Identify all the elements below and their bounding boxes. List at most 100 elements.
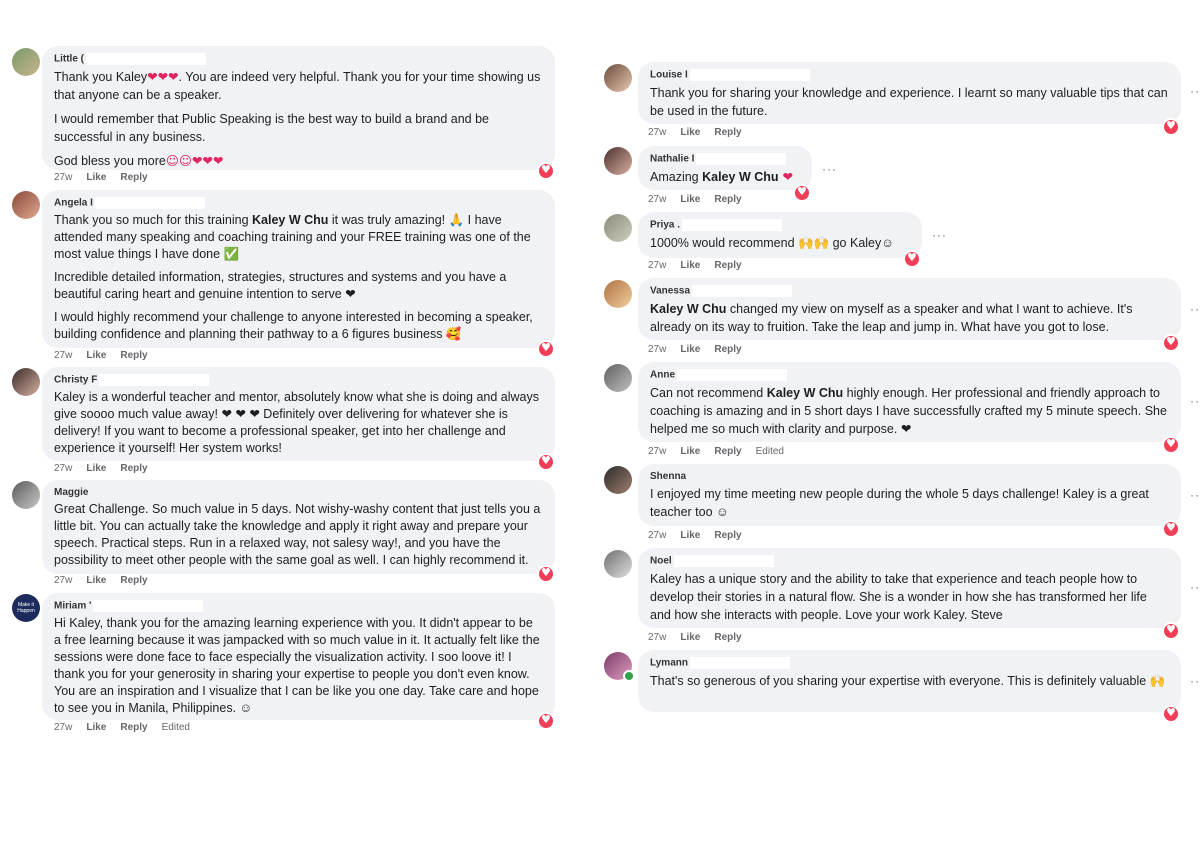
comment-text: Thank you so much for this training Kale… bbox=[54, 213, 533, 341]
like-button[interactable]: Like bbox=[680, 260, 700, 271]
avatar[interactable] bbox=[12, 368, 40, 396]
timestamp[interactable]: 27w bbox=[54, 575, 72, 586]
comment-author[interactable]: Noel bbox=[650, 555, 1169, 567]
reply-button[interactable]: Reply bbox=[714, 260, 741, 271]
reply-button[interactable]: Reply bbox=[714, 632, 741, 643]
reply-button[interactable]: Reply bbox=[714, 127, 741, 138]
like-button[interactable]: Like bbox=[680, 530, 700, 541]
reply-button[interactable]: Reply bbox=[714, 344, 741, 355]
more-options-icon[interactable]: ··· bbox=[1190, 488, 1200, 502]
love-reaction-icon[interactable] bbox=[1162, 622, 1180, 640]
online-status-icon bbox=[623, 670, 635, 682]
comment-bubble: Miriam ' Hi Kaley, thank you for the ama… bbox=[42, 593, 555, 720]
comment-text: Thank you for sharing your knowledge and… bbox=[650, 86, 1168, 118]
comment-meta: 27w Like Reply bbox=[54, 350, 162, 361]
more-options-icon[interactable]: ··· bbox=[1190, 394, 1200, 408]
reply-button[interactable]: Reply bbox=[120, 722, 147, 733]
timestamp[interactable]: 27w bbox=[648, 632, 666, 643]
like-button[interactable]: Like bbox=[680, 344, 700, 355]
more-options-icon[interactable]: ··· bbox=[1190, 580, 1200, 594]
more-options-icon[interactable]: ··· bbox=[1190, 84, 1200, 98]
avatar[interactable] bbox=[604, 147, 632, 175]
love-reaction-icon[interactable] bbox=[1162, 334, 1180, 352]
more-options-icon[interactable]: ··· bbox=[1190, 302, 1200, 316]
comment-author[interactable]: Shenna bbox=[650, 471, 1169, 482]
comment-author[interactable]: Lymann bbox=[650, 657, 1169, 669]
timestamp[interactable]: 27w bbox=[648, 446, 666, 457]
like-button[interactable]: Like bbox=[680, 194, 700, 205]
avatar[interactable] bbox=[12, 48, 40, 76]
love-reaction-icon[interactable] bbox=[537, 340, 555, 358]
comment-author[interactable]: Little ( bbox=[54, 53, 543, 65]
comment-text: 1000% would recommend 🙌🙌 go Kaley☺ bbox=[650, 236, 895, 250]
timestamp[interactable]: 27w bbox=[54, 172, 72, 183]
comment-text: Hi Kaley, thank you for the amazing lear… bbox=[54, 616, 540, 715]
more-options-icon[interactable]: ··· bbox=[932, 228, 947, 242]
like-button[interactable]: Like bbox=[680, 127, 700, 138]
comment-author[interactable]: Louise I bbox=[650, 69, 1169, 81]
more-options-icon[interactable]: ··· bbox=[1190, 674, 1200, 688]
reply-button[interactable]: Reply bbox=[120, 463, 147, 474]
comment-author[interactable]: Vanessa bbox=[650, 285, 1169, 297]
reply-button[interactable]: Reply bbox=[120, 575, 147, 586]
comment-bubble: Vanessa Kaley W Chu changed my view on m… bbox=[638, 278, 1181, 340]
reply-button[interactable]: Reply bbox=[714, 530, 741, 541]
comment-bubble: Noel Kaley has a unique story and the ab… bbox=[638, 548, 1181, 628]
reply-button[interactable]: Reply bbox=[714, 194, 741, 205]
avatar[interactable] bbox=[604, 214, 632, 242]
comment-meta: 27w Like Reply bbox=[648, 344, 756, 355]
love-reaction-icon[interactable] bbox=[537, 565, 555, 583]
reply-button[interactable]: Reply bbox=[120, 350, 147, 361]
timestamp[interactable]: 27w bbox=[648, 194, 666, 205]
love-reaction-icon[interactable] bbox=[537, 712, 555, 730]
avatar[interactable] bbox=[12, 191, 40, 219]
comment-text: Kaley is a wonderful teacher and mentor,… bbox=[54, 390, 540, 455]
love-reaction-icon[interactable] bbox=[537, 453, 555, 471]
love-reaction-icon[interactable] bbox=[1162, 118, 1180, 136]
timestamp[interactable]: 27w bbox=[648, 344, 666, 355]
comment-bubble: Little ( Thank you Kaley❤❤❤. You are ind… bbox=[42, 46, 555, 170]
comment-author[interactable]: Angela I bbox=[54, 197, 543, 209]
like-button[interactable]: Like bbox=[680, 632, 700, 643]
comment-meta: 27w Like Reply bbox=[54, 575, 162, 586]
comment-author[interactable]: Priya . bbox=[650, 219, 910, 231]
like-button[interactable]: Like bbox=[680, 446, 700, 457]
comment-author[interactable]: Anne bbox=[650, 369, 1169, 381]
avatar[interactable] bbox=[604, 466, 632, 494]
comment-meta: 27w Like Reply bbox=[648, 530, 756, 541]
avatar[interactable] bbox=[604, 364, 632, 392]
avatar[interactable] bbox=[604, 280, 632, 308]
like-button[interactable]: Like bbox=[86, 172, 106, 183]
avatar[interactable]: Make it Happen bbox=[12, 594, 40, 622]
timestamp[interactable]: 27w bbox=[648, 530, 666, 541]
comment-text: That's so generous of you sharing your e… bbox=[650, 674, 1166, 688]
timestamp[interactable]: 27w bbox=[54, 350, 72, 361]
avatar[interactable] bbox=[604, 64, 632, 92]
like-button[interactable]: Like bbox=[86, 350, 106, 361]
comment-text: Great Challenge. So much value in 5 days… bbox=[54, 502, 541, 567]
comment-author[interactable]: Nathalie I bbox=[650, 153, 800, 165]
love-reaction-icon[interactable] bbox=[793, 184, 811, 202]
timestamp[interactable]: 27w bbox=[648, 127, 666, 138]
comment-author[interactable]: Miriam ' bbox=[54, 600, 543, 612]
timestamp[interactable]: 27w bbox=[54, 722, 72, 733]
like-button[interactable]: Like bbox=[86, 575, 106, 586]
avatar[interactable] bbox=[604, 550, 632, 578]
timestamp[interactable]: 27w bbox=[54, 463, 72, 474]
like-button[interactable]: Like bbox=[86, 722, 106, 733]
reply-button[interactable]: Reply bbox=[120, 172, 147, 183]
like-button[interactable]: Like bbox=[86, 463, 106, 474]
love-reaction-icon[interactable] bbox=[1162, 520, 1180, 538]
love-reaction-icon[interactable] bbox=[1162, 436, 1180, 454]
comment-author[interactable]: Maggie bbox=[54, 487, 543, 498]
reply-button[interactable]: Reply bbox=[714, 446, 741, 457]
comment-text: Kaley has a unique story and the ability… bbox=[650, 572, 1147, 622]
love-reaction-icon[interactable] bbox=[903, 250, 921, 268]
love-reaction-icon[interactable] bbox=[537, 162, 555, 180]
comment-author[interactable]: Christy F bbox=[54, 374, 543, 386]
more-options-icon[interactable]: ··· bbox=[822, 162, 837, 176]
love-reaction-icon[interactable] bbox=[1162, 705, 1180, 723]
comment-bubble: Louise I Thank you for sharing your know… bbox=[638, 62, 1181, 124]
timestamp[interactable]: 27w bbox=[648, 260, 666, 271]
avatar[interactable] bbox=[12, 481, 40, 509]
